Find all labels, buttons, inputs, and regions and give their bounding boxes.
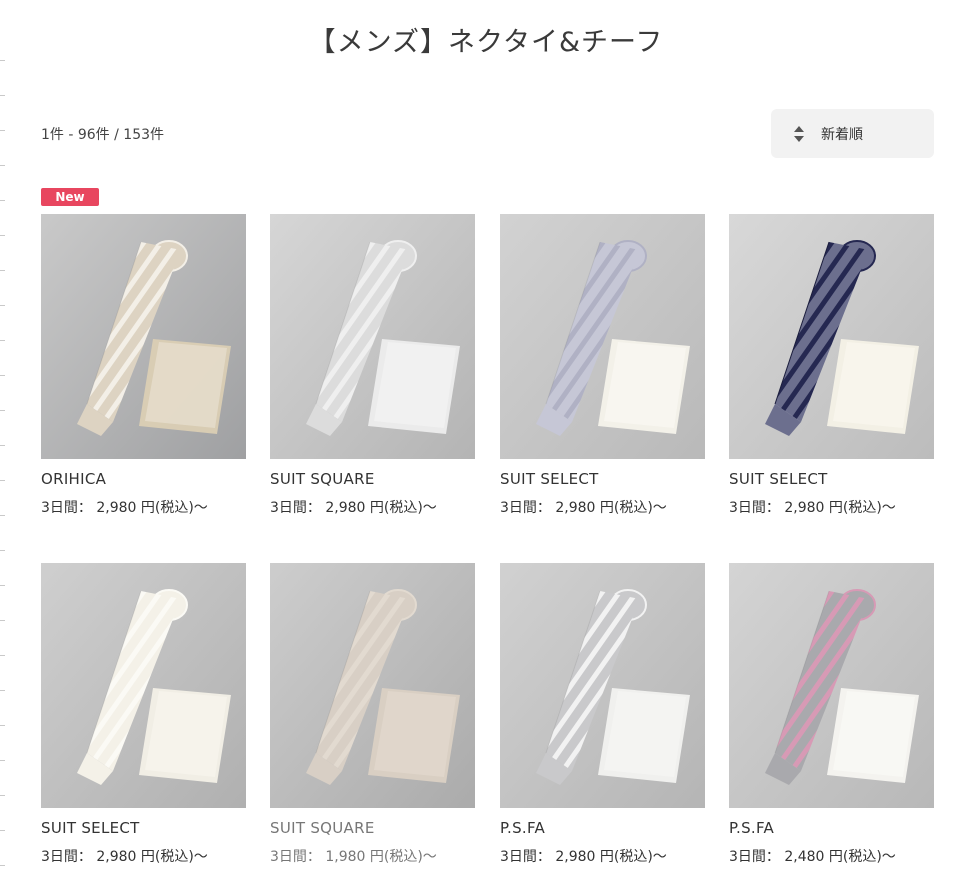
rail-tick [0,690,5,691]
rail-tick [0,585,5,586]
product-card[interactable]: P.S.FA 3日間： 2,480 円(税込)～ [729,563,934,866]
product-price: 3日間： 2,980 円(税込)～ [41,500,208,516]
product-image[interactable] [729,214,934,459]
rail-tick [0,165,5,166]
sort-select[interactable]: 新着順 [771,109,934,158]
tie-and-pocket-square-photo [500,563,705,808]
rail-tick [0,270,5,271]
product-card[interactable]: SUIT SELECT 3日間： 2,980 円(税込)～ [41,563,246,866]
product-price: 3日間： 2,980 円(税込)～ [270,500,437,516]
new-badge: New [41,188,99,206]
product-brand[interactable]: P.S.FA [729,819,934,837]
product-card[interactable]: SUIT SQUARE 3日間： 2,980 円(税込)～ [270,214,475,517]
rail-tick [0,480,5,481]
left-rail [0,0,8,878]
rail-tick [0,445,5,446]
rail-tick [0,375,5,376]
product-card[interactable]: SUIT SELECT 3日間： 2,980 円(税込)～ [500,214,705,517]
tie-and-pocket-square-photo [41,563,246,808]
rail-tick [0,865,5,866]
page-title: 【メンズ】ネクタイ&チーフ [308,27,664,58]
product-brand[interactable]: SUIT SQUARE [270,470,475,488]
product-image[interactable] [729,563,934,808]
product-price: 3日間： 2,480 円(税込)～ [729,849,896,865]
product-image[interactable] [41,214,246,459]
product-image[interactable] [41,563,246,808]
tie-and-pocket-square-photo [729,214,934,459]
result-count: 1件 - 96件 / 153件 [41,127,165,143]
rail-tick [0,305,5,306]
tie-and-pocket-square-photo [270,214,475,459]
rail-tick [0,620,5,621]
sort-updown-icon [793,125,805,143]
rail-tick [0,410,5,411]
product-brand[interactable]: ORIHICA [41,470,246,488]
rail-tick [0,200,5,201]
sort-label: 新着順 [821,126,863,143]
product-price: 3日間： 2,980 円(税込)～ [500,849,667,865]
tie-and-pocket-square-photo [500,214,705,459]
product-brand[interactable]: SUIT SQUARE [270,819,475,837]
product-card[interactable]: SUIT SELECT 3日間： 2,980 円(税込)～ [729,214,934,517]
rail-tick [0,515,5,516]
rail-tick [0,130,5,131]
rail-tick [0,795,5,796]
product-image[interactable] [500,214,705,459]
product-card[interactable]: SUIT SQUARE 3日間： 1,980 円(税込)～ [270,563,475,866]
product-image[interactable] [270,563,475,808]
tie-and-pocket-square-photo [41,214,246,459]
rail-tick [0,340,5,341]
rail-tick [0,830,5,831]
rail-tick [0,60,5,61]
tie-and-pocket-square-photo [729,563,934,808]
product-price: 3日間： 1,980 円(税込)～ [270,849,437,865]
product-brand[interactable]: P.S.FA [500,819,705,837]
product-card[interactable]: P.S.FA 3日間： 2,980 円(税込)～ [500,563,705,866]
product-brand[interactable]: SUIT SELECT [41,819,246,837]
product-price: 3日間： 2,980 円(税込)～ [41,849,208,865]
product-brand[interactable]: SUIT SELECT [729,470,934,488]
rail-tick [0,725,5,726]
product-image[interactable] [500,563,705,808]
product-price: 3日間： 2,980 円(税込)～ [729,500,896,516]
rail-tick [0,550,5,551]
product-price: 3日間： 2,980 円(税込)～ [500,500,667,516]
rail-tick [0,655,5,656]
rail-tick [0,235,5,236]
tie-and-pocket-square-photo [270,563,475,808]
rail-tick [0,95,5,96]
product-image[interactable] [270,214,475,459]
product-card[interactable]: ORIHICA 3日間： 2,980 円(税込)～ [41,214,246,517]
rail-tick [0,760,5,761]
product-brand[interactable]: SUIT SELECT [500,470,705,488]
